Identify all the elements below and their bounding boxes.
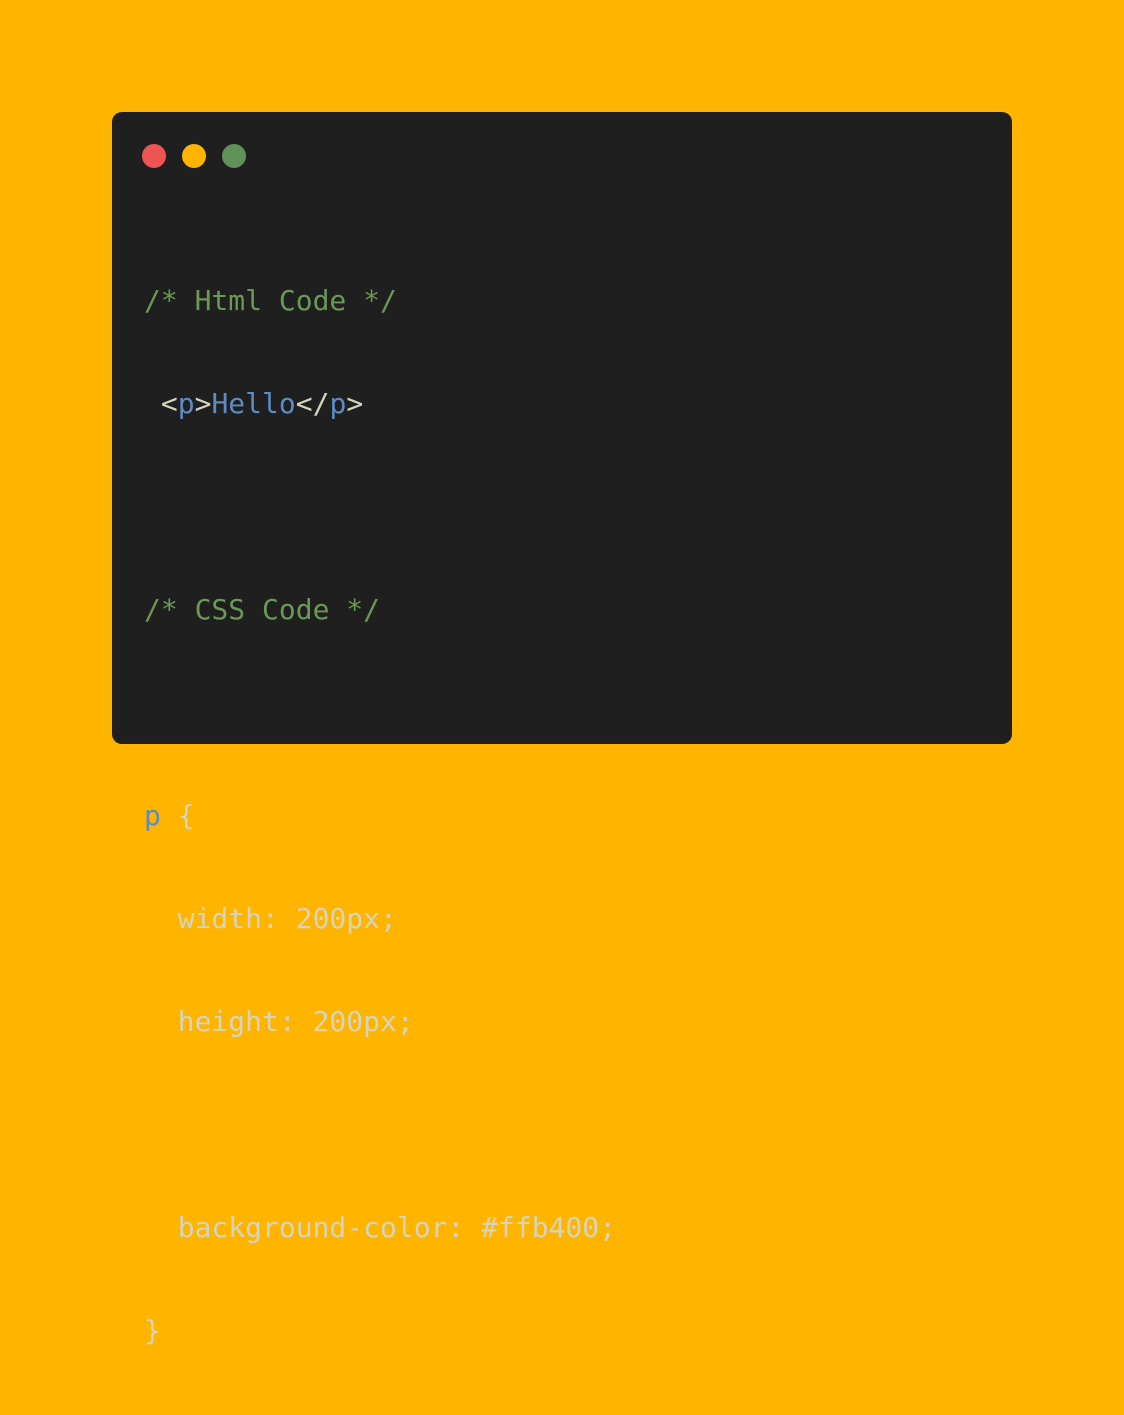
code-block: /* Html Code */ <p>Hello</p> /* CSS Code… xyxy=(144,216,616,1415)
close-brace: } xyxy=(144,1314,161,1347)
minimize-dot-icon[interactable] xyxy=(182,144,206,168)
css-comment-line: /* CSS Code */ xyxy=(144,593,381,626)
css-selector-line: p { xyxy=(144,797,616,834)
close-dot-icon[interactable] xyxy=(142,144,166,168)
open-lt: < xyxy=(160,387,178,420)
height-declaration: height: 200px; xyxy=(144,1005,414,1038)
element-content: Hello xyxy=(211,387,296,420)
css-selector: p xyxy=(144,799,161,832)
open-brace: { xyxy=(160,799,195,832)
html-code-line: <p>Hello</p> xyxy=(144,385,616,422)
close-lt: </ xyxy=(295,387,330,420)
close-tag-name: p xyxy=(329,387,347,420)
window-controls xyxy=(142,144,246,168)
html-comment-line: /* Html Code */ xyxy=(144,284,397,317)
width-declaration: width: 200px; xyxy=(144,902,397,935)
background-color-declaration: background-color: #ffb400; xyxy=(144,1211,617,1244)
open-tag-name: p xyxy=(177,387,195,420)
close-gt: > xyxy=(346,387,364,420)
open-gt: > xyxy=(194,387,212,420)
code-window: /* Html Code */ <p>Hello</p> /* CSS Code… xyxy=(112,112,1012,1347)
maximize-dot-icon[interactable] xyxy=(222,144,246,168)
